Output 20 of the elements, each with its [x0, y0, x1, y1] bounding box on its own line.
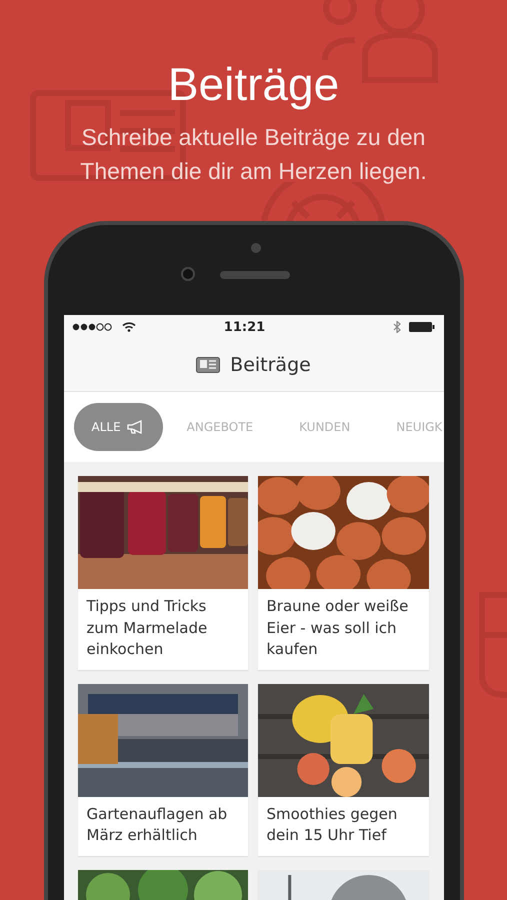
post-card[interactable]: Gartenauflagen ab März erhältlich	[78, 684, 248, 856]
signal-icon	[72, 323, 112, 331]
post-card[interactable]: Smoothies gegen dein 15 Uhr Tief	[258, 684, 428, 856]
post-title: Tipps und Tricks zum Marmelade einkochen	[86, 596, 208, 660]
wifi-icon	[122, 322, 136, 332]
headline: Beiträge	[168, 57, 340, 112]
battery-icon	[409, 322, 436, 332]
newspaper-icon	[196, 357, 220, 373]
post-title: Smoothies gegen dein 15 Uhr Tief	[266, 804, 398, 846]
post-title: Gartenauflagen ab März erhältlich	[86, 804, 228, 846]
bluetooth-icon	[393, 321, 402, 333]
post-card[interactable]: Tipps und Tricks zum Marmelade einkochen	[78, 476, 248, 670]
status-time: 11:21	[224, 320, 266, 334]
post-title: Braune oder weiße Eier - was soll ich kaufen	[266, 596, 410, 660]
camera-icon	[250, 243, 260, 253]
sensor-icon	[180, 266, 196, 282]
speaker-icon	[220, 271, 290, 279]
subtitle: Schreibe aktuelle Beiträge zu den Themen die dir am Herzen liegen.	[80, 123, 427, 186]
post-card[interactable]: Braune oder weiße Eier - was soll ich kaufen	[258, 476, 428, 670]
nav-title: Beiträge	[230, 354, 311, 376]
